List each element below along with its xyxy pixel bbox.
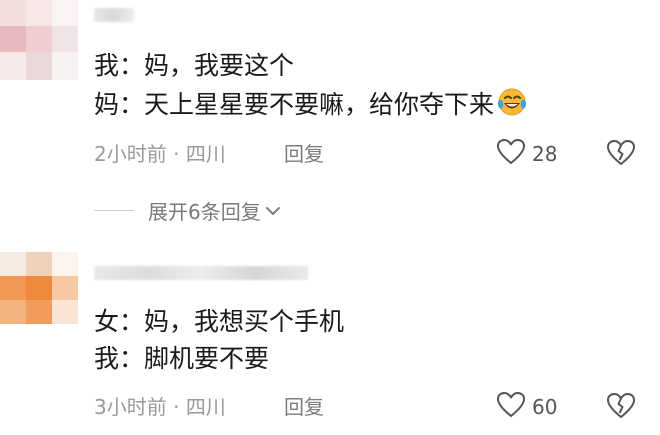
reply-button[interactable]: 回复 bbox=[284, 392, 324, 422]
laughing-crying-face-icon bbox=[496, 87, 528, 126]
comment-text-line: 女：妈，我想买个手机 bbox=[94, 307, 345, 336]
comment-list: 我：妈，我要这个 妈：天上星星要不要嘛，给你夺下来 2小时前 · 四川 回复 2… bbox=[0, 0, 660, 435]
like-count: 28 bbox=[532, 142, 558, 166]
dislike-button[interactable] bbox=[606, 392, 636, 422]
heart-outline-icon bbox=[496, 138, 526, 170]
broken-heart-icon bbox=[606, 393, 636, 424]
comment-location: 四川 bbox=[185, 142, 226, 166]
like-button[interactable]: 60 bbox=[496, 392, 557, 422]
comment-time: 2小时前 bbox=[94, 142, 167, 166]
comment-location: 四川 bbox=[185, 395, 226, 419]
meta-separator: · bbox=[173, 142, 180, 166]
comment-time: 3小时前 bbox=[94, 395, 167, 419]
dislike-button[interactable] bbox=[606, 139, 636, 169]
comment-text: 妈：天上星星要不要嘛，给你夺下来 bbox=[94, 90, 495, 119]
expand-replies-label: 展开6条回复 bbox=[148, 199, 261, 224]
broken-heart-icon bbox=[606, 140, 636, 171]
comment-text-line: 我：脚机要不要 bbox=[94, 344, 270, 373]
comment-meta: 3小时前 · 四川 回复 bbox=[94, 392, 324, 422]
heart-outline-icon bbox=[496, 391, 526, 423]
comment-text-line: 我：妈，我要这个 bbox=[94, 51, 295, 80]
like-count: 60 bbox=[532, 395, 558, 419]
expand-replies-button[interactable]: 展开6条回复 bbox=[148, 196, 281, 225]
comment-text-line: 妈：天上星星要不要嘛，给你夺下来 bbox=[94, 87, 528, 126]
username-blurred[interactable] bbox=[94, 266, 308, 280]
divider bbox=[94, 209, 134, 211]
like-button[interactable]: 28 bbox=[496, 139, 557, 169]
chevron-down-icon bbox=[261, 198, 281, 222]
avatar[interactable] bbox=[0, 252, 78, 324]
avatar[interactable] bbox=[0, 0, 78, 80]
reply-button[interactable]: 回复 bbox=[284, 139, 324, 169]
comment-meta: 2小时前 · 四川 回复 bbox=[94, 139, 324, 169]
expand-replies-row: 展开6条回复 bbox=[94, 195, 281, 225]
username-blurred[interactable] bbox=[94, 8, 134, 22]
meta-separator: · bbox=[173, 395, 180, 419]
